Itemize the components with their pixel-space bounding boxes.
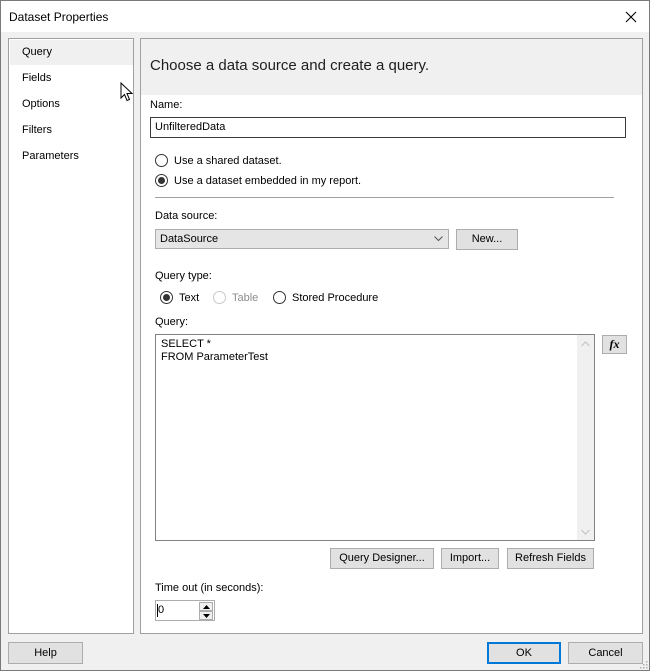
triangle-down-icon <box>202 613 210 618</box>
radio-text-label: Text <box>179 291 200 304</box>
chevron-down-icon <box>432 230 444 248</box>
sidebar-item-options[interactable]: Options <box>10 92 133 117</box>
query-type-label: Query type: <box>155 270 212 282</box>
sidebar-item-query[interactable]: Query <box>10 40 133 65</box>
chevron-up-icon <box>581 340 590 346</box>
expression-button[interactable]: fx <box>602 335 627 354</box>
help-button[interactable]: Help <box>8 642 83 664</box>
radio-table-label: Table <box>232 291 259 304</box>
name-label: Name: <box>150 99 183 111</box>
triangle-up-icon <box>202 604 210 609</box>
radio-stored-procedure-label: Stored Procedure <box>292 291 379 304</box>
query-text: SELECT * FROM ParameterTest <box>161 338 268 363</box>
timeout-spinner[interactable]: 0 <box>155 600 215 621</box>
radio-shared-label: Use a shared dataset. <box>174 154 282 167</box>
sidebar-item-parameters[interactable]: Parameters <box>10 144 133 169</box>
title-bar: Dataset Properties <box>1 1 649 32</box>
radio-query-type-text[interactable]: Text <box>160 291 199 304</box>
query-designer-button[interactable]: Query Designer... <box>330 548 434 569</box>
query-textarea[interactable]: SELECT * FROM ParameterTest <box>155 334 595 541</box>
content-header: Choose a data source and create a query. <box>141 39 642 95</box>
radio-stored-procedure-circle <box>273 291 286 304</box>
section-divider <box>155 197 614 198</box>
mouse-pointer-icon <box>120 82 134 102</box>
datasource-dropdown[interactable]: DataSource <box>155 229 449 249</box>
radio-shared-circle <box>155 154 168 167</box>
fx-icon: fx <box>609 337 620 351</box>
scroll-down-button[interactable] <box>577 523 594 540</box>
cancel-button[interactable]: Cancel <box>568 642 643 664</box>
name-input[interactable]: UnfilteredData <box>150 117 626 138</box>
close-icon <box>625 11 637 22</box>
spin-up-button[interactable] <box>199 602 213 611</box>
radio-text-circle <box>160 291 173 304</box>
datasource-label: Data source: <box>155 210 218 222</box>
resize-grip-icon[interactable] <box>638 659 648 669</box>
dataset-properties-dialog: Dataset Properties Query Fields Options … <box>0 0 650 671</box>
radio-embedded-label: Use a dataset embedded in my report. <box>174 174 362 187</box>
sidebar-item-fields[interactable]: Fields <box>10 66 133 91</box>
radio-embedded-dataset[interactable]: Use a dataset embedded in my report. <box>155 174 361 187</box>
radio-shared-dataset[interactable]: Use a shared dataset. <box>155 154 282 167</box>
timeout-value: 0 <box>158 604 165 616</box>
radio-query-type-table: Table <box>213 291 258 304</box>
refresh-fields-button[interactable]: Refresh Fields <box>507 548 594 569</box>
radio-embedded-circle <box>155 174 168 187</box>
close-button[interactable] <box>613 1 649 32</box>
import-button[interactable]: Import... <box>441 548 499 569</box>
query-label: Query: <box>155 316 189 328</box>
ok-button[interactable]: OK <box>487 642 561 664</box>
timeout-label: Time out (in seconds): <box>155 582 264 594</box>
dialog-title: Dataset Properties <box>9 10 109 24</box>
radio-table-circle <box>213 291 226 304</box>
page-title: Choose a data source and create a query. <box>150 57 430 74</box>
radio-query-type-stored-procedure[interactable]: Stored Procedure <box>273 291 378 304</box>
query-scrollbar[interactable] <box>577 335 594 540</box>
new-datasource-button[interactable]: New... <box>456 229 518 250</box>
sidebar-item-filters[interactable]: Filters <box>10 118 133 143</box>
spin-down-button[interactable] <box>199 611 213 620</box>
datasource-value: DataSource <box>160 233 219 245</box>
sidebar-nav: Query Fields Options Filters Parameters <box>8 38 134 634</box>
chevron-down-icon <box>581 529 590 535</box>
scroll-up-button[interactable] <box>577 335 594 352</box>
